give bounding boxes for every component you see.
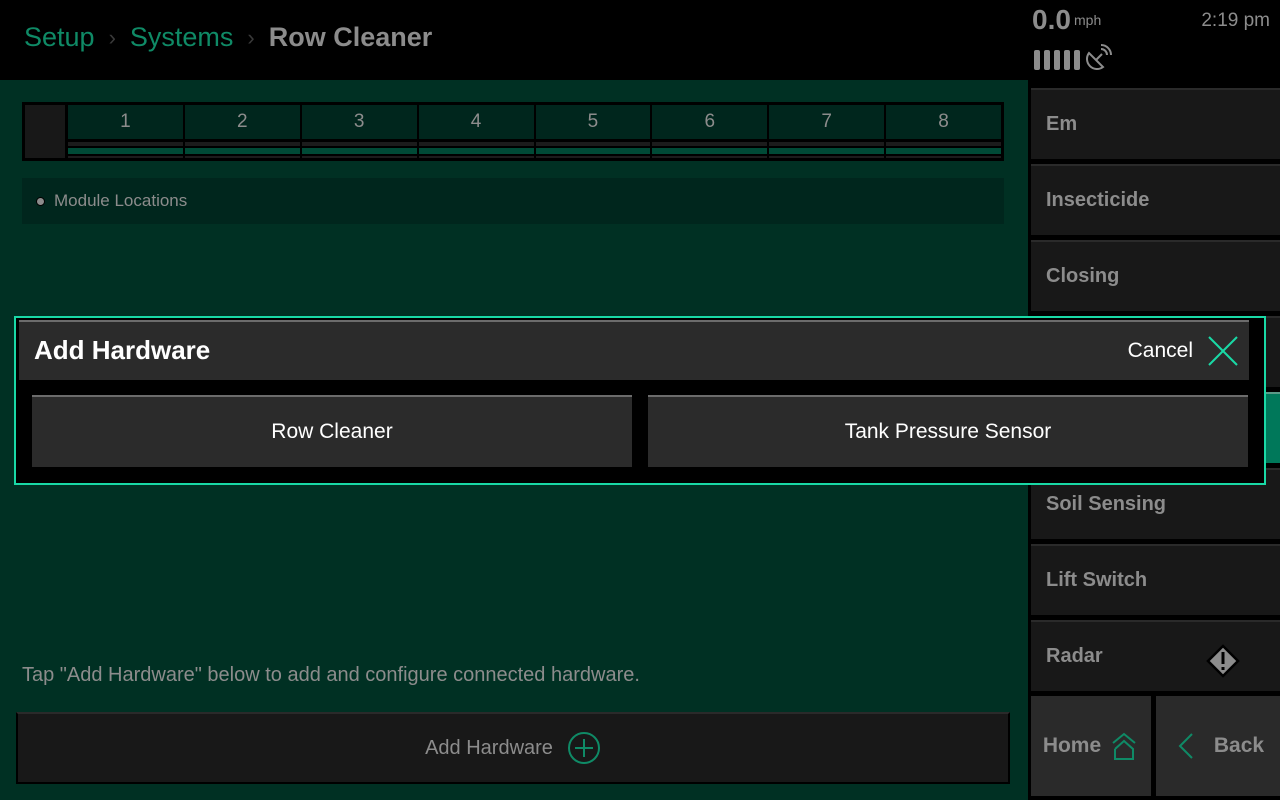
row-column[interactable]: 4 [418, 105, 534, 158]
sidebar-item-closing[interactable]: Closing [1031, 240, 1280, 311]
sidebar-item-radar[interactable]: Radar [1031, 620, 1280, 691]
module-location-bar [769, 148, 885, 154]
chevron-right-icon: › [247, 24, 255, 50]
close-icon [1208, 336, 1238, 366]
add-hardware-dialog: Add Hardware Cancel Row Cleaner Tank Pre… [14, 316, 1266, 485]
breadcrumb-setup[interactable]: Setup [24, 22, 95, 53]
home-icon [1112, 732, 1136, 760]
breadcrumb-systems[interactable]: Systems [130, 22, 234, 53]
satellite-dish-icon [1086, 44, 1112, 70]
warning-icon [1206, 644, 1240, 678]
clock: 2:19 pm [1201, 10, 1270, 31]
sidebar-item-label: Lift Switch [1046, 569, 1148, 591]
legend-label: Module Locations [54, 191, 188, 210]
module-location-bar [886, 148, 1001, 154]
plus-circle-icon [567, 732, 600, 764]
chevron-right-icon: › [108, 24, 116, 50]
row-column[interactable]: 6 [652, 105, 768, 158]
breadcrumb: Setup › Systems › Row Cleaner [24, 22, 432, 53]
row-column[interactable]: 1 [68, 105, 183, 158]
dialog-header: Add Hardware Cancel [19, 320, 1249, 380]
chevron-left-icon [1178, 733, 1193, 759]
module-location-bar [652, 148, 768, 154]
legend-dot-icon [36, 196, 45, 206]
sidebar-item-label: Radar [1046, 645, 1103, 667]
speed-unit: mph [1074, 12, 1102, 28]
home-label: Home [1042, 734, 1102, 757]
row-number: 5 [535, 105, 651, 139]
header-bar: Setup › Systems › Row Cleaner [0, 0, 1028, 80]
module-location-bar [301, 148, 417, 154]
sidebar-item-label: Closing [1046, 265, 1120, 287]
home-button[interactable]: Home [1031, 696, 1151, 796]
cancel-button[interactable]: Cancel [1128, 330, 1239, 372]
row-column[interactable]: 8 [886, 105, 1001, 158]
back-button[interactable]: Back [1156, 696, 1280, 796]
row-column[interactable]: 7 [769, 105, 885, 158]
row-module-table: 1 2 3 4 5 6 7 8 [22, 102, 1004, 161]
add-hardware-button[interactable]: Add Hardware [16, 712, 1010, 784]
add-hardware-label: Add Hardware [425, 736, 553, 759]
row-column[interactable]: 3 [301, 105, 417, 158]
row-column[interactable]: 2 [184, 105, 300, 158]
sidebar-item-insecticide[interactable]: Insecticide [1031, 164, 1280, 235]
row-number: 3 [301, 105, 417, 139]
row-number: 4 [418, 105, 534, 139]
back-label: Back [1213, 734, 1265, 757]
speed-value: 0.0 [1032, 4, 1071, 35]
module-location-bar [535, 148, 651, 154]
status-panel: 0.0 mph 2:19 pm [1028, 0, 1280, 84]
signal-strength-icon [1034, 50, 1080, 70]
cancel-label: Cancel [1127, 339, 1193, 362]
page-title: Row Cleaner [268, 22, 433, 52]
sidebar-item-label: Em [1046, 113, 1078, 135]
dialog-title: Add Hardware [34, 335, 211, 365]
legend: Module Locations [22, 178, 1004, 224]
sidebar-item-lift-switch[interactable]: Lift Switch [1031, 544, 1280, 615]
sidebar-item-label: Soil Sensing [1046, 493, 1167, 515]
module-location-bar [68, 148, 183, 154]
sidebar-item-em[interactable]: Em [1031, 88, 1280, 159]
row-number: 2 [184, 105, 300, 139]
instruction-text: Tap "Add Hardware" below to add and conf… [22, 664, 640, 686]
row-number: 7 [769, 105, 885, 139]
module-location-bar [418, 148, 534, 154]
row-column[interactable]: 5 [535, 105, 651, 158]
row-number: 1 [68, 105, 183, 139]
row-table-corner [25, 105, 65, 158]
option-row-cleaner[interactable]: Row Cleaner [32, 395, 632, 467]
row-number: 6 [652, 105, 768, 139]
option-tank-pressure-sensor[interactable]: Tank Pressure Sensor [648, 395, 1248, 467]
row-number: 8 [886, 105, 1001, 139]
module-location-bar [184, 148, 300, 154]
sidebar-item-label: Insecticide [1046, 189, 1150, 211]
